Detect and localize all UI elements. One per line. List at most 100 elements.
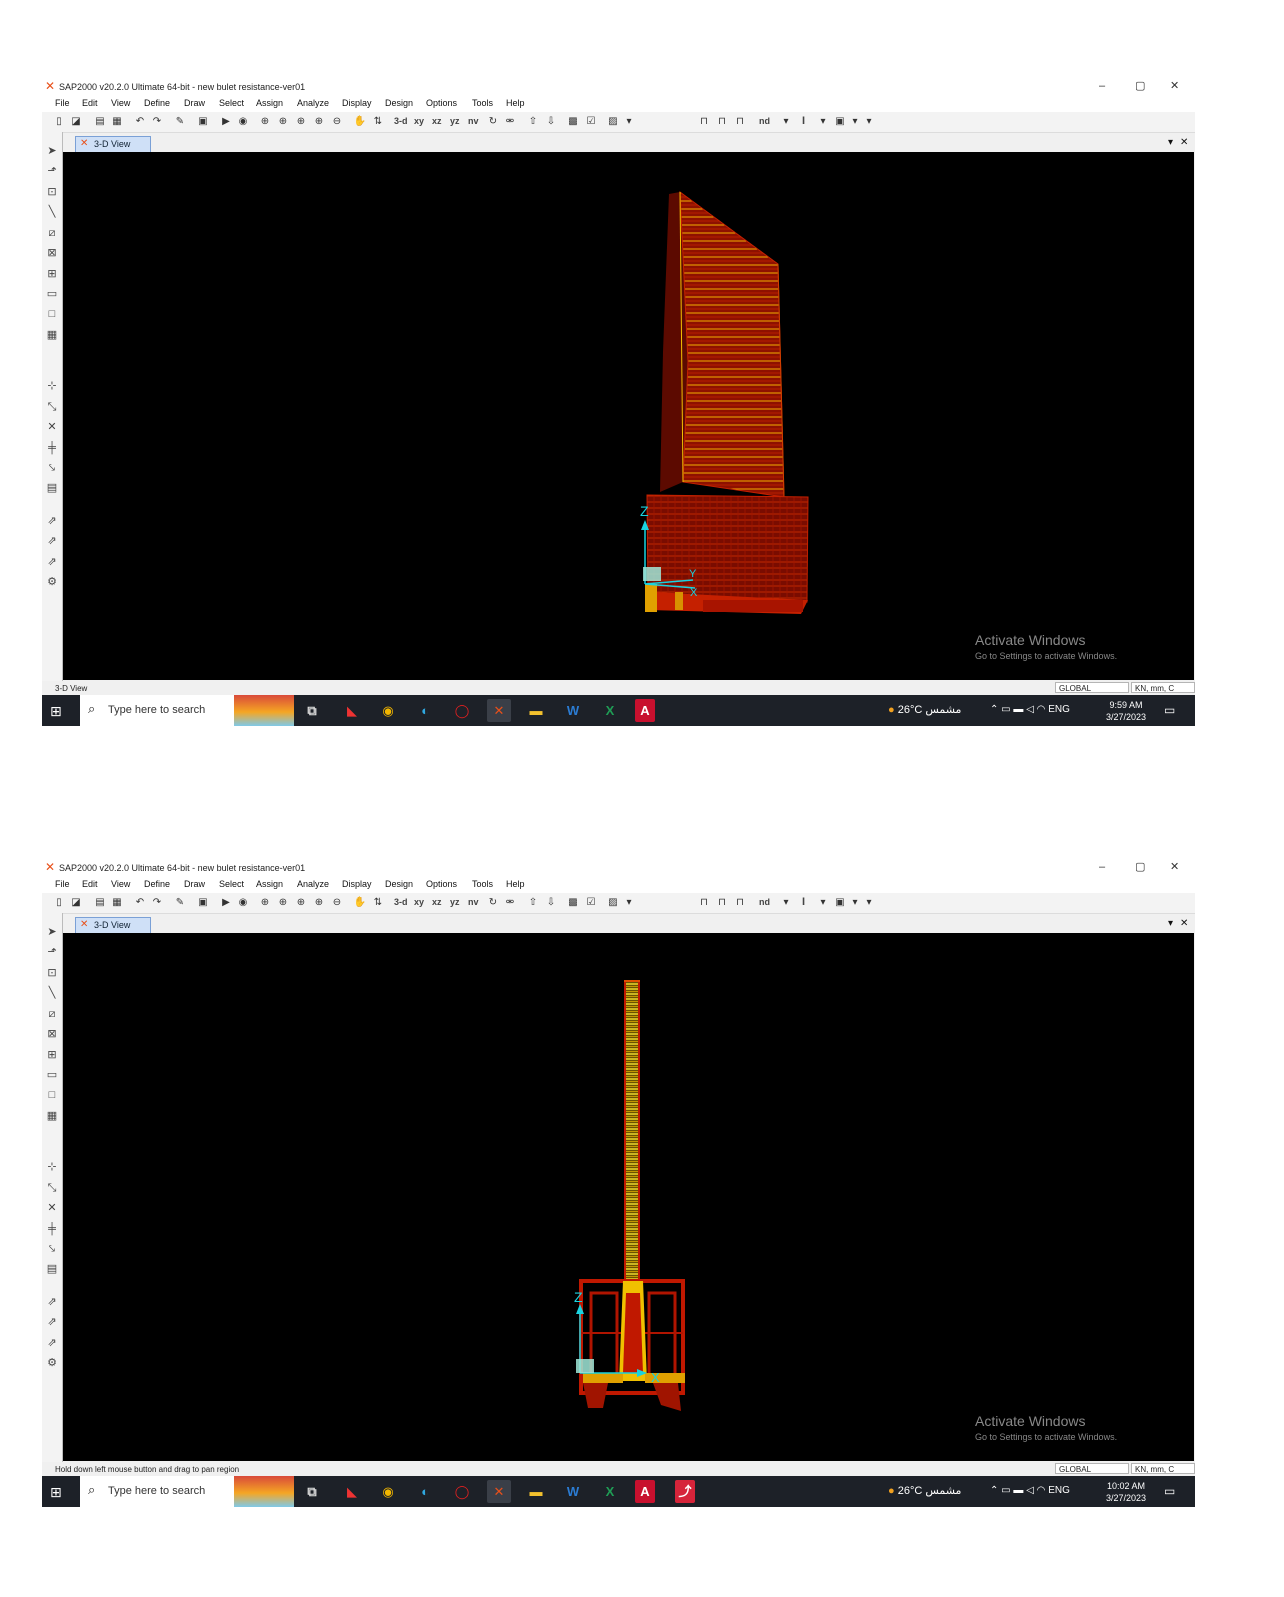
nd-dropdown-icon[interactable]: ▾	[779, 896, 793, 909]
excel-icon[interactable]: X	[598, 1480, 622, 1503]
notification-center-icon[interactable]: ▭	[1164, 1484, 1175, 1498]
frame-release-icon[interactable]: ⊓	[715, 115, 729, 128]
restore-button[interactable]: ▢	[1135, 861, 1145, 874]
print-icon[interactable]: ▦	[110, 896, 124, 909]
draw-frame-icon[interactable]: ╲	[45, 986, 59, 1000]
close-button[interactable]: ✕	[1170, 80, 1179, 93]
edit-pencil-icon[interactable]: ✎	[173, 115, 187, 128]
edit-pencil-icon[interactable]: ✎	[173, 896, 187, 909]
language-indicator[interactable]: ENG	[1048, 704, 1070, 715]
coord-system-select[interactable]: GLOBAL	[1055, 1463, 1129, 1474]
select-grid-icon[interactable]: ▤	[45, 481, 59, 495]
menu-design[interactable]: Design	[385, 98, 413, 108]
open-icon[interactable]: ◪	[69, 115, 83, 128]
show-hidden-icons-icon[interactable]: ⌃	[990, 1485, 998, 1496]
redo-icon[interactable]: ↷	[150, 896, 164, 909]
menu-edit[interactable]: Edit	[82, 879, 98, 889]
chrome-icon[interactable]: ◉	[376, 1480, 400, 1503]
run-now-icon[interactable]: ◉	[236, 115, 250, 128]
restore-button[interactable]: ▢	[1135, 80, 1145, 93]
previous-selection-icon[interactable]: ⇗	[45, 534, 59, 548]
menu-select[interactable]: Select	[219, 98, 244, 108]
display-options-icon[interactable]: ▩	[566, 115, 580, 128]
select-all-objects-icon[interactable]: ⇗	[45, 1295, 59, 1309]
select-grid-icon[interactable]: ▤	[45, 1262, 59, 1276]
run-now-icon[interactable]: ◉	[236, 896, 250, 909]
new-model-icon[interactable]: ▯	[52, 896, 66, 909]
draw-joint-icon[interactable]: ⊡	[45, 966, 59, 980]
minimize-button[interactable]: –	[1099, 80, 1105, 93]
section-button[interactable]: I	[802, 896, 805, 909]
move-up-icon[interactable]: ⇧	[526, 115, 540, 128]
draw-brace-icon[interactable]: ⊠	[45, 246, 59, 260]
units-select[interactable]: KN, mm, C	[1131, 682, 1195, 693]
more-dropdown-icon[interactable]: ▾	[862, 896, 876, 909]
show-hidden-icons-icon[interactable]: ⌃	[990, 704, 998, 715]
menu-help[interactable]: Help	[506, 879, 525, 889]
taskbar-clock[interactable]: 10:02 AM 3/27/2023	[1106, 1480, 1146, 1504]
pointer-icon[interactable]: ➤	[45, 925, 59, 939]
draw-brace-icon[interactable]: ⊠	[45, 1027, 59, 1041]
view-3d-button[interactable]: 3-d	[394, 115, 408, 128]
window-list-dropdown-icon[interactable]: ▾	[1168, 918, 1173, 929]
taskbar-search-box[interactable]: ⌕ Type here to search	[80, 695, 234, 726]
menu-options[interactable]: Options	[426, 879, 457, 889]
menu-analyze[interactable]: Analyze	[297, 98, 329, 108]
opera-icon[interactable]: ◯	[450, 1480, 474, 1503]
menu-draw[interactable]: Draw	[184, 879, 205, 889]
view-3d-button[interactable]: 3-d	[394, 896, 408, 909]
section-dropdown-icon[interactable]: ▾	[816, 115, 830, 128]
taskbar-clock[interactable]: 9:59 AM 3/27/2023	[1106, 699, 1146, 723]
volume-icon[interactable]: ◁	[1026, 704, 1034, 715]
draw-area-icon[interactable]: ▭	[45, 1068, 59, 1082]
undo-icon[interactable]: ↶	[133, 896, 147, 909]
frame-draw-icon[interactable]: ⊓	[697, 115, 711, 128]
menu-select[interactable]: Select	[219, 879, 244, 889]
dynamic-view-icon[interactable]: ⇅	[371, 896, 385, 909]
perspective-icon[interactable]: ⚮	[503, 115, 517, 128]
display-options-icon[interactable]: ▩	[566, 896, 580, 909]
menu-design[interactable]: Design	[385, 879, 413, 889]
windows-start-icon[interactable]: ⊞	[50, 703, 66, 719]
quick-area-icon[interactable]: ▦	[45, 328, 59, 342]
close-button[interactable]: ✕	[1170, 861, 1179, 874]
app-launcher-icon[interactable]: ◣	[340, 699, 364, 722]
model-viewport[interactable]: Z X Activate Windows Go to Settings to a…	[63, 933, 1194, 1461]
zoom-in-icon[interactable]: ⊕	[312, 896, 326, 909]
word-icon[interactable]: W	[561, 699, 585, 722]
display-box-icon[interactable]: ▣	[833, 115, 847, 128]
view-xy-button[interactable]: xy	[414, 896, 424, 909]
reshaper-icon[interactable]: ⬏	[45, 945, 59, 959]
move-down-icon[interactable]: ⇩	[544, 115, 558, 128]
language-indicator[interactable]: ENG	[1048, 1485, 1070, 1496]
search-highlight-banner[interactable]	[234, 1476, 294, 1507]
run-analysis-icon[interactable]: ▶	[219, 896, 233, 909]
new-model-icon[interactable]: ▯	[52, 115, 66, 128]
volume-icon[interactable]: ◁	[1026, 1485, 1034, 1496]
draw-rect-area-icon[interactable]: □	[45, 1088, 59, 1102]
quick-brace-icon[interactable]: ⊞	[45, 1048, 59, 1062]
battery-icon[interactable]: ▬	[1013, 1485, 1023, 1496]
view-nv-button[interactable]: nv	[468, 115, 479, 128]
rotate-view-icon[interactable]: ↻	[486, 896, 500, 909]
zoom-restore-icon[interactable]: ⊕	[276, 115, 290, 128]
quick-area-icon[interactable]: ▦	[45, 1109, 59, 1123]
dynamic-view-icon[interactable]: ⇅	[371, 115, 385, 128]
menu-options[interactable]: Options	[426, 98, 457, 108]
search-highlight-banner[interactable]	[234, 695, 294, 726]
menu-define[interactable]: Define	[144, 879, 170, 889]
select-line-icon[interactable]: ⤥	[45, 1242, 59, 1256]
file-explorer-icon[interactable]: ▬	[524, 1480, 548, 1503]
model-viewport[interactable]: Z Y X Activate Windows Go to Settings to…	[63, 152, 1194, 680]
more-dropdown-icon[interactable]: ▾	[862, 115, 876, 128]
display-box-icon[interactable]: ▣	[833, 896, 847, 909]
menu-analyze[interactable]: Analyze	[297, 879, 329, 889]
move-down-icon[interactable]: ⇩	[544, 896, 558, 909]
quick-frame-icon[interactable]: ⧄	[45, 1007, 59, 1021]
zoom-restore-icon[interactable]: ⊕	[276, 896, 290, 909]
select-all-icon[interactable]: ⊹	[45, 379, 59, 393]
previous-selection-icon[interactable]: ⇗	[45, 1315, 59, 1329]
refresh-icon[interactable]: ▨	[606, 896, 620, 909]
display-dropdown-icon[interactable]: ▾	[848, 896, 862, 909]
taskbar-search-box[interactable]: ⌕ Type here to search	[80, 1476, 234, 1507]
